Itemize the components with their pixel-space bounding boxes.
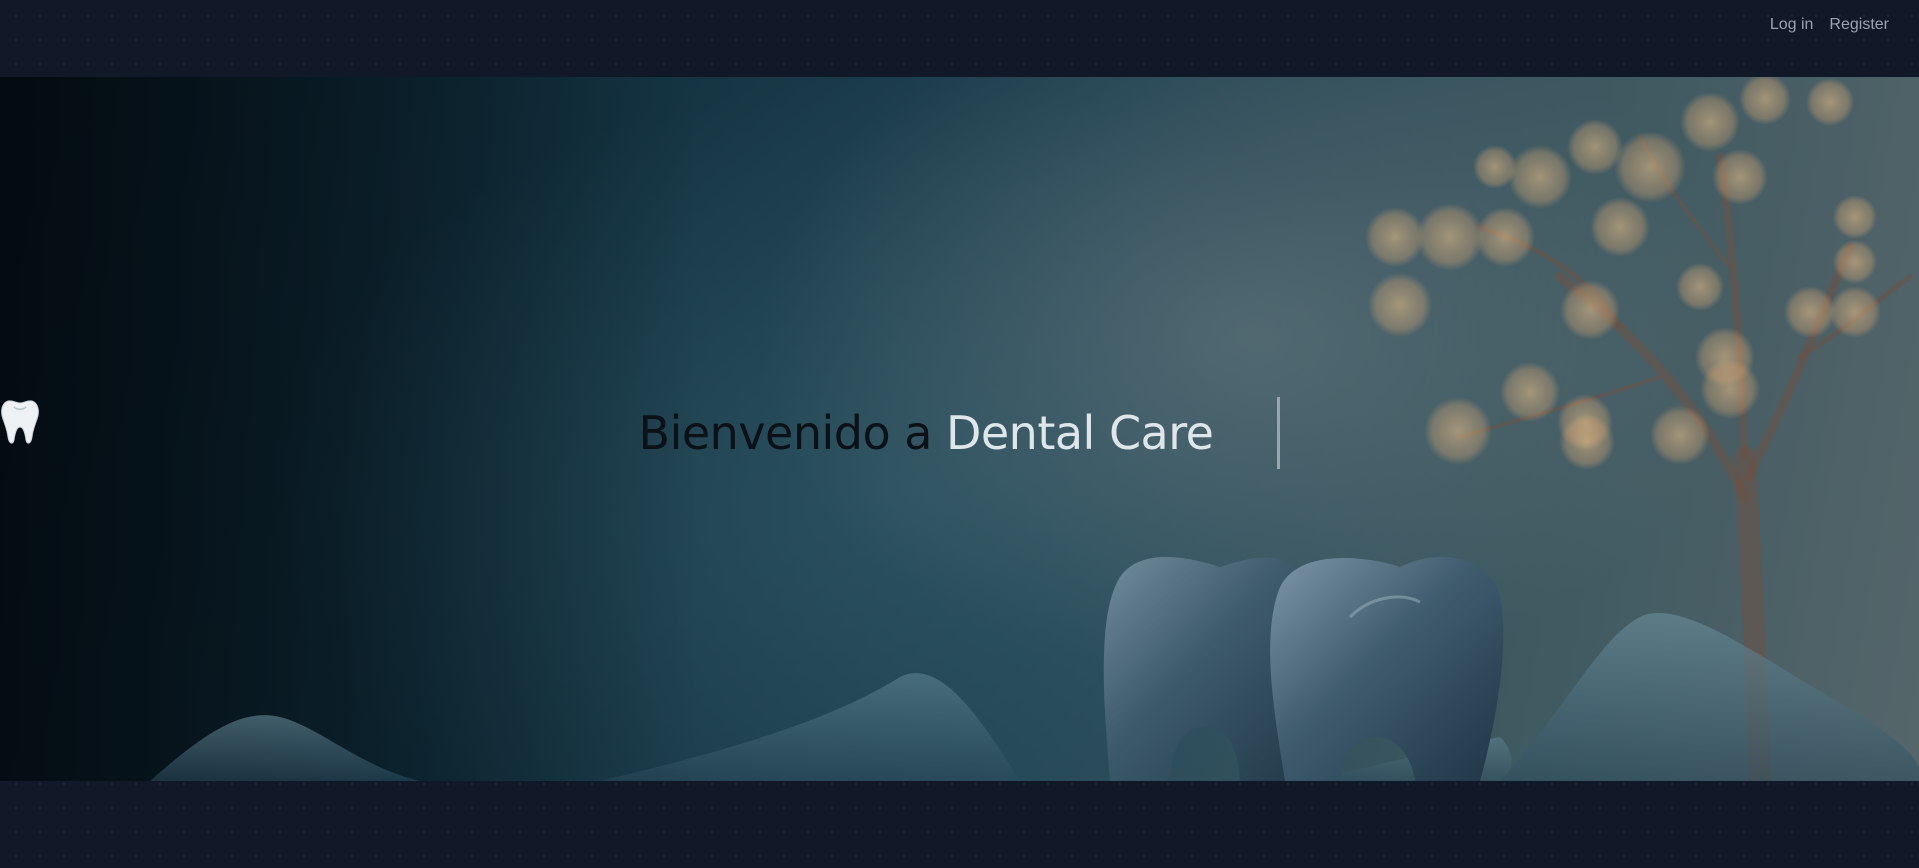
top-navigation: Log in Register: [1762, 0, 1919, 50]
tooth-icon: [1, 400, 1269, 458]
hero-banner: Bienvenido a Dental Care: [0, 77, 1919, 781]
hero-title: Bienvenido a Dental Care: [0, 397, 1919, 469]
login-link[interactable]: Log in: [1762, 10, 1822, 40]
text-cursor: [1277, 397, 1281, 469]
hero-title-highlight: Dental Care: [945, 406, 1214, 460]
register-link[interactable]: Register: [1821, 10, 1897, 40]
hero-title-prefix: Bienvenido a: [638, 406, 933, 460]
page: Log in Register Bienvenido a Dental Care: [0, 0, 1919, 868]
